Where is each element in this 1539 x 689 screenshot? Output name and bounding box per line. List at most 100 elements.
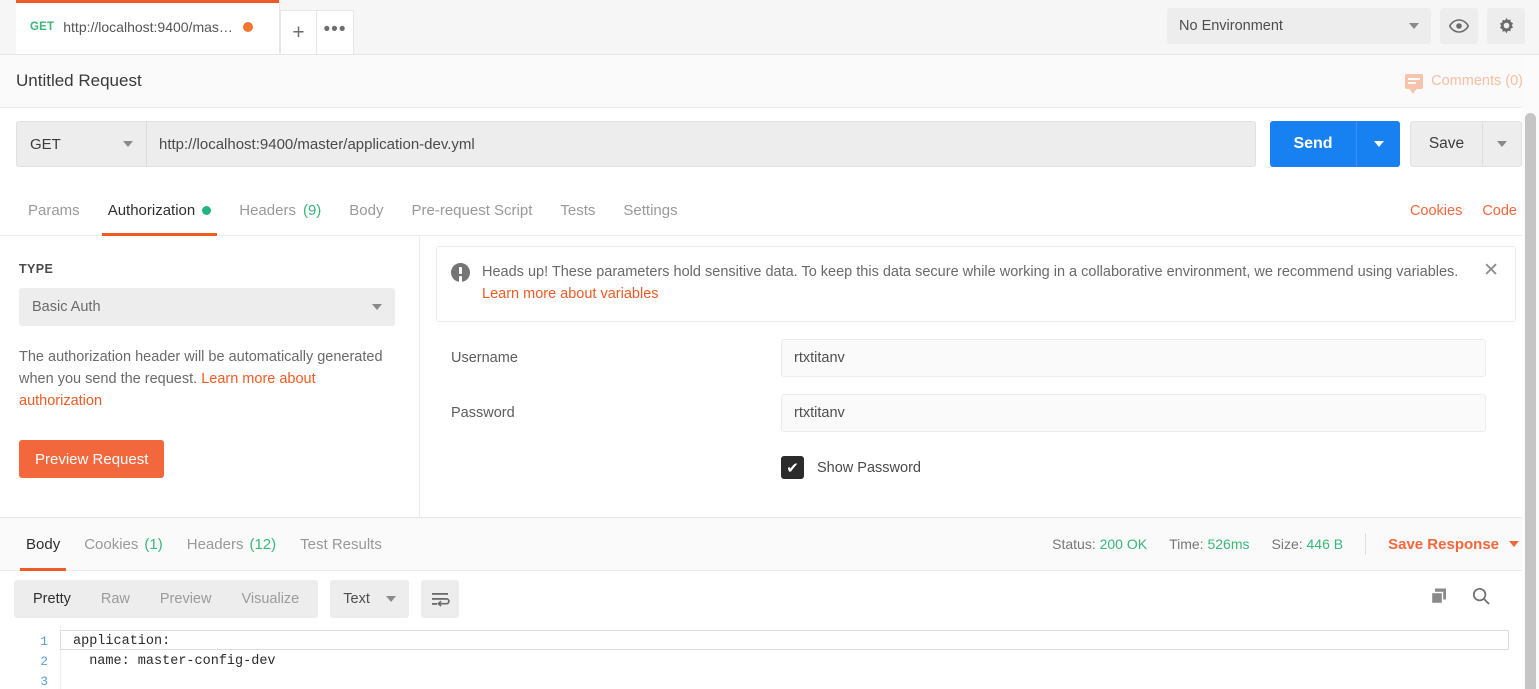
status-label: Status: <box>1052 536 1096 552</box>
line-number: 2 <box>40 654 48 669</box>
response-tab-test-results[interactable]: Test Results <box>288 517 394 571</box>
active-line-outline <box>60 630 1509 650</box>
tab-label: Authorization <box>107 202 196 219</box>
chevron-down-icon <box>1373 141 1384 147</box>
tab-label: Settings <box>623 202 678 219</box>
viewer-right-icons <box>1429 586 1525 611</box>
settings-button[interactable] <box>1487 8 1525 44</box>
tab-label: Params <box>28 202 80 219</box>
page-title[interactable]: Untitled Request <box>16 71 142 91</box>
tab-label: Headers <box>186 535 244 553</box>
request-title-row: Untitled Request Comments (0) <box>0 55 1539 108</box>
banner-learn-more-link[interactable]: Learn more about variables <box>482 286 659 302</box>
tab-label: Pre-request Script <box>411 202 533 219</box>
request-tab-url: http://localhost:9400/master/a... <box>63 19 236 35</box>
environment-selected-label: No Environment <box>1179 18 1283 34</box>
save-group: Save <box>1410 121 1522 167</box>
wrap-lines-icon <box>431 592 450 607</box>
tab-body[interactable]: Body <box>335 186 397 236</box>
url-value: http://localhost:9400/master/application… <box>159 135 475 153</box>
url-input[interactable]: http://localhost:9400/master/application… <box>146 121 1256 167</box>
environment-select[interactable]: No Environment <box>1167 8 1431 44</box>
wrap-lines-button[interactable] <box>420 579 459 618</box>
scrollbar-track[interactable] <box>1522 55 1539 689</box>
comments-label: Comments (0) <box>1431 73 1523 89</box>
view-mode-preview[interactable]: Preview <box>145 580 227 618</box>
url-row: GET http://localhost:9400/master/applica… <box>0 108 1539 180</box>
request-tab-method: GET <box>30 21 55 33</box>
comments-button[interactable]: Comments (0) <box>1405 73 1523 94</box>
username-row: Username rtxtitanv <box>436 339 1523 377</box>
chevron-down-icon <box>123 141 133 147</box>
save-button[interactable]: Save <box>1410 121 1482 167</box>
authorization-pane: TYPE Basic Auth The authorization header… <box>0 236 1539 517</box>
request-tab[interactable]: GET http://localhost:9400/master/a... <box>16 0 280 54</box>
send-button[interactable]: Send <box>1270 121 1356 167</box>
eye-icon <box>1449 19 1469 33</box>
show-password-checkbox[interactable]: ✔ <box>781 456 804 479</box>
view-mode-segments: Pretty Raw Preview Visualize <box>14 579 319 618</box>
tab-label: Tests <box>560 202 596 219</box>
environment-quick-look-button[interactable] <box>1440 8 1478 44</box>
view-mode-raw[interactable]: Raw <box>86 580 145 618</box>
search-button[interactable] <box>1471 586 1491 611</box>
status-meta: Status: 200 OK <box>1052 536 1147 552</box>
postman-window: GET http://localhost:9400/master/a... + … <box>0 0 1539 689</box>
tab-tests[interactable]: Tests <box>546 186 609 236</box>
banner-text-wrap: Heads up! These parameters hold sensitiv… <box>482 261 1473 305</box>
tab-authorization[interactable]: Authorization <box>94 186 226 236</box>
code-link[interactable]: Code <box>1482 203 1517 219</box>
http-method-select[interactable]: GET <box>16 121 146 167</box>
ellipsis-icon: ••• <box>323 19 347 40</box>
tab-label: Body <box>349 202 384 219</box>
tab-pre-request-script[interactable]: Pre-request Script <box>398 186 547 236</box>
tab-settings[interactable]: Settings <box>609 186 691 236</box>
tab-count: (9) <box>302 202 322 219</box>
username-input[interactable]: rtxtitanv <box>781 339 1486 377</box>
response-tab-headers[interactable]: Headers (12) <box>175 517 288 571</box>
show-password-label: Show Password <box>817 459 921 476</box>
tab-label: Test Results <box>300 535 382 553</box>
response-tab-body[interactable]: Body <box>14 517 72 571</box>
response-viewer-toolbar: Pretty Raw Preview Visualize Text <box>0 571 1539 626</box>
unsaved-changes-dot <box>243 22 254 32</box>
tab-options-button[interactable]: ••• <box>317 10 354 54</box>
send-group: Send <box>1270 121 1400 167</box>
warning-icon <box>451 263 470 282</box>
view-mode-pretty[interactable]: Pretty <box>18 580 86 618</box>
save-response-label: Save Response <box>1388 535 1499 553</box>
password-label: Password <box>451 405 515 421</box>
tab-params[interactable]: Params <box>14 186 94 236</box>
chevron-down-icon <box>1497 141 1507 147</box>
auth-type-label: TYPE <box>19 262 54 276</box>
close-icon[interactable]: ✕ <box>1483 261 1499 305</box>
tab-label: Headers <box>239 202 296 219</box>
tab-label: Body <box>26 535 61 553</box>
chevron-down-icon <box>372 304 382 310</box>
copy-button[interactable] <box>1429 586 1449 611</box>
response-tabs-bar: Body Cookies (1) Headers (12) Test Resul… <box>0 517 1539 571</box>
response-format-select[interactable]: Text <box>330 579 409 618</box>
scrollbar-thumb[interactable] <box>1525 113 1536 689</box>
preview-request-button[interactable]: Preview Request <box>19 440 165 478</box>
response-meta: Status: 200 OK Time: 526ms Size: 446 B S… <box>1052 533 1525 555</box>
save-response-button[interactable]: Save Response <box>1388 536 1525 553</box>
auth-type-select[interactable]: Basic Auth <box>19 288 395 326</box>
auth-type-value: Basic Auth <box>32 299 101 315</box>
tab-bar: GET http://localhost:9400/master/a... + … <box>0 0 1539 55</box>
divider <box>1365 533 1367 555</box>
show-password-row[interactable]: ✔ Show Password <box>781 456 1523 479</box>
chevron-down-icon <box>385 595 396 602</box>
status-value: 200 OK <box>1099 536 1148 552</box>
tab-headers[interactable]: Headers (9) <box>225 186 335 236</box>
environment-zone: No Environment <box>1167 8 1525 44</box>
cookies-link[interactable]: Cookies <box>1410 203 1462 219</box>
save-options-button[interactable] <box>1482 121 1522 167</box>
new-tab-button[interactable]: + <box>280 10 317 54</box>
send-options-button[interactable] <box>1356 121 1400 167</box>
password-input[interactable]: rtxtitanv <box>781 394 1486 432</box>
comment-icon <box>1405 73 1424 94</box>
response-tab-cookies[interactable]: Cookies (1) <box>72 517 175 571</box>
view-mode-visualize[interactable]: Visualize <box>226 580 314 618</box>
